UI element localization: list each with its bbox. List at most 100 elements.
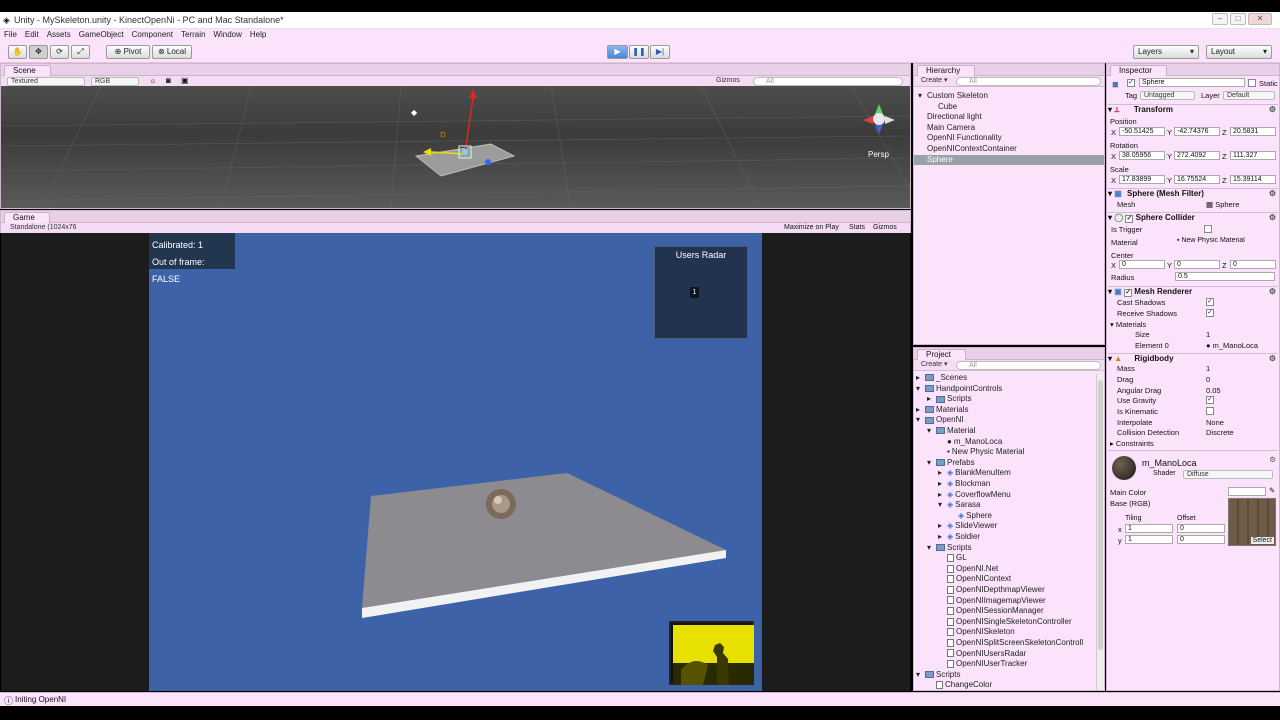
tiling-x-field[interactable]: 1 [1125, 524, 1173, 533]
tab-project[interactable]: Project [917, 349, 966, 360]
mass-value[interactable]: 1 [1206, 364, 1210, 373]
hierarchy-item[interactable]: Directional light [914, 112, 1104, 123]
gizmos-dropdown[interactable]: Gizmos [713, 77, 749, 86]
project-item[interactable]: ▸ Scripts [914, 394, 971, 405]
audio-toggle-icon[interactable]: ◙ [166, 76, 171, 85]
angular-drag-value[interactable]: 0.05 [1206, 386, 1221, 395]
chevron-down-icon[interactable]: ▾ [938, 500, 947, 511]
tiling-y-field[interactable]: 1 [1125, 535, 1173, 544]
drag-value[interactable]: 0 [1206, 375, 1210, 384]
offset-x-field[interactable]: 0 [1177, 524, 1225, 533]
minimize-button[interactable]: – [1212, 13, 1228, 25]
hierarchy-item[interactable]: Main Camera [914, 123, 1104, 134]
scale-y-field[interactable]: 16.75524 [1174, 175, 1220, 184]
gear-icon[interactable]: ⚙ [1269, 105, 1276, 114]
shader-dropdown[interactable]: Diffuse [1183, 470, 1273, 479]
chevron-down-icon[interactable]: ▾ [927, 458, 936, 469]
project-item[interactable]: OpenNIContext [914, 574, 1011, 585]
project-item[interactable]: ▾ Scripts [914, 543, 971, 554]
scene-viewport[interactable]: ☼ ◆ Persp [1, 86, 910, 208]
project-item[interactable]: ▸ _Scenes [914, 373, 967, 384]
center-x-field[interactable]: 0 [1119, 260, 1165, 269]
menu-item[interactable]: Edit [21, 29, 43, 40]
rigidbody-header[interactable]: ▾ ▲ Rigidbody ⚙ [1108, 353, 1278, 364]
mesh-renderer-header[interactable]: ▾ ▣ ✓ Mesh Renderer ⚙ [1108, 286, 1278, 297]
project-item[interactable]: ▾ OpenNI [914, 415, 964, 426]
light-gizmo-icon[interactable]: ☼ [438, 128, 448, 140]
play-button[interactable]: ▶ [607, 45, 628, 59]
y-axis-handle[interactable] [469, 89, 477, 98]
hierarchy-item[interactable]: ▾ Custom Skeleton [914, 91, 1104, 102]
rotation-x-field[interactable]: 38.05956 [1119, 151, 1165, 160]
materials-foldout[interactable]: ▾ Materials [1110, 320, 1146, 329]
stats-toggle[interactable]: Stats [849, 224, 865, 231]
layout-dropdown[interactable]: Layout ▾ [1206, 45, 1272, 59]
project-item[interactable]: ▸ ◈ BlankMenuItem [914, 468, 1011, 479]
scene-search-input[interactable]: All [753, 77, 903, 86]
project-item[interactable]: OpenNISplitScreenSkeletonControll [914, 638, 1083, 649]
interpolate-dropdown[interactable]: None [1206, 418, 1224, 427]
project-item[interactable]: OpenNISingleSkeletonController [914, 617, 1072, 628]
tab-inspector[interactable]: Inspector [1110, 65, 1167, 76]
scale-x-field[interactable]: 17.83899 [1119, 175, 1165, 184]
project-item[interactable]: GL [914, 553, 967, 564]
project-item[interactable]: ● m_ManoLoca [914, 437, 1002, 448]
transform-header[interactable]: ▾ ⟂ Transform ⚙ [1108, 104, 1278, 115]
project-search-input[interactable]: All [956, 361, 1101, 370]
pivot-toggle[interactable]: ⊕ Pivot [106, 45, 150, 59]
gear-icon[interactable]: ⚙ [1269, 213, 1276, 222]
rotation-y-field[interactable]: 272.4092 [1174, 151, 1220, 160]
scale-z-field[interactable]: 15.39114 [1230, 175, 1276, 184]
menu-item[interactable]: Component [128, 29, 177, 40]
collider-enabled-checkbox[interactable]: ✓ [1125, 215, 1134, 223]
pause-button[interactable]: ❚❚ [629, 45, 649, 59]
tab-game[interactable]: Game [4, 212, 50, 223]
chevron-down-icon[interactable]: ▾ [927, 426, 936, 437]
menu-item[interactable]: Terrain [177, 29, 209, 40]
tab-hierarchy[interactable]: Hierarchy [917, 65, 976, 76]
menu-item[interactable]: GameObject [75, 29, 128, 40]
maximize-on-play-toggle[interactable]: Maximize on Play [784, 224, 839, 231]
hierarchy-item[interactable]: OpenNIContextContainer [914, 144, 1104, 155]
layers-dropdown[interactable]: Layers ▾ [1133, 45, 1199, 59]
aspect-dropdown[interactable]: Standalone (1024x76 [7, 224, 91, 233]
object-name-field[interactable]: Sphere [1139, 78, 1245, 87]
chevron-right-icon[interactable]: ▸ [938, 468, 947, 479]
project-item[interactable]: ▸ Materials [914, 405, 968, 416]
menu-item[interactable]: Assets [43, 29, 75, 40]
hierarchy-create-button[interactable]: Create ▾ [918, 77, 952, 86]
hierarchy-item[interactable]: Cube [914, 102, 1104, 113]
maximize-button[interactable]: □ [1230, 13, 1246, 25]
project-item[interactable]: ▾ Prefabs [914, 458, 975, 469]
light-toggle-icon[interactable]: ☼ [149, 76, 156, 85]
menu-item[interactable]: Help [246, 29, 270, 40]
project-item[interactable]: ChangeColor [914, 680, 992, 691]
project-item[interactable]: ▸ ◈ Soldier [914, 532, 980, 543]
cast-shadows-checkbox[interactable]: ✓ [1206, 298, 1214, 306]
project-item[interactable]: OpenNI.Net [914, 564, 998, 575]
collider-material-field[interactable]: ▪ New Physic Material [1175, 237, 1272, 246]
layer-dropdown[interactable]: Default [1223, 91, 1275, 100]
menu-item[interactable]: Window [209, 29, 245, 40]
project-item[interactable]: OpenNIUsersRadar [914, 649, 1026, 660]
use-gravity-checkbox[interactable]: ✓ [1206, 396, 1214, 404]
project-item[interactable]: OpenNIImagemapViewer [914, 596, 1046, 607]
project-item[interactable]: ▾ ◈ Sarasa [914, 500, 981, 511]
renderer-enabled-checkbox[interactable]: ✓ [1124, 289, 1133, 297]
chevron-right-icon[interactable]: ▸ [938, 532, 947, 543]
hierarchy-search-input[interactable]: All [956, 77, 1101, 86]
local-toggle[interactable]: ⊗ Local [152, 45, 192, 59]
gear-icon[interactable]: ⚙ [1269, 189, 1276, 198]
project-item[interactable]: ▸ ◈ CoverflowMenu [914, 490, 1011, 501]
chevron-down-icon[interactable]: ▾ [916, 415, 925, 426]
project-item[interactable]: ◈ Sphere [914, 511, 992, 522]
project-scrollbar[interactable] [1096, 374, 1104, 690]
constraints-foldout[interactable]: ▸ Constraints [1110, 439, 1154, 448]
hierarchy-item[interactable]: Sphere [914, 154, 1104, 166]
tab-scene[interactable]: Scene [4, 65, 51, 76]
active-checkbox[interactable]: ✓ [1127, 79, 1135, 87]
static-checkbox[interactable] [1248, 79, 1256, 87]
camera-gizmo-icon[interactable]: ◆ [411, 108, 418, 117]
position-x-field[interactable]: -50.51425 [1119, 127, 1165, 136]
collision-detection-dropdown[interactable]: Discrete [1206, 428, 1234, 437]
